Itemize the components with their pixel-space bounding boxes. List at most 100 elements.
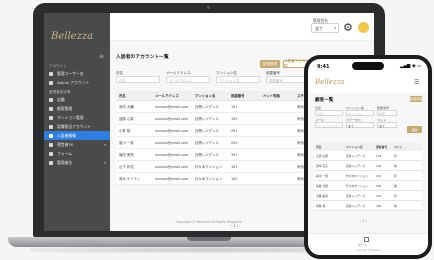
filter-input-email[interactable]: メールアドレス — [166, 76, 210, 83]
sidebar-item-label: Admin アカウント — [57, 79, 90, 85]
top-bar: 管理会社 全て ▾ ⚙ — [110, 13, 374, 41]
new-register-button[interactable]: 新規登録 — [260, 60, 280, 68]
sidebar-item-admin-user[interactable]: 管理ユーザー名 — [44, 69, 110, 78]
column-header[interactable]: 部屋番号 — [374, 145, 392, 149]
page-title: 入居者のアカウント一覧 — [116, 55, 169, 60]
sidebar-item-label: 店舗 — [57, 96, 65, 102]
column-header[interactable]: マンション名 — [344, 145, 374, 149]
chat-icon — [49, 160, 53, 165]
column-header[interactable]: ペット — [392, 145, 408, 149]
table-cell: 高橋 美香 — [316, 193, 329, 198]
sidebar-item-operator[interactable]: 運営者TK ▾ — [44, 140, 110, 149]
sidebar-item-customers[interactable]: 顧客管理 — [44, 104, 110, 113]
sidebar-item-store[interactable]: 店舗 — [44, 95, 110, 104]
table-cell: 目黒レジデンス — [195, 153, 219, 157]
table-cell: 302 — [376, 203, 382, 208]
sidebar-item-label: フォーム — [57, 150, 73, 156]
table-cell: xxxxxx@gmail.com — [155, 164, 189, 169]
filter-select-status[interactable]: 全て — [346, 122, 374, 128]
table-cell: xxxxxx@gmail.com — [155, 152, 189, 157]
status-bar: 9:41 ▂▄▆ ◉ ▭ — [308, 59, 428, 73]
table-row[interactable]: 田中 花子 目黒レジデンス 102 無 — [314, 161, 422, 171]
brand-logo[interactable]: Bellezza — [315, 78, 344, 86]
status-time: 9:41 — [317, 64, 330, 70]
filter-input-room[interactable]: 部屋 — [377, 110, 397, 116]
filter-input-mansion[interactable]: マンション名 — [216, 76, 260, 83]
sidebar-item-equipment[interactable]: 設備割当アカウント — [44, 122, 110, 131]
phone-frame: 9:41 ▂▄▆ ◉ ▭ Bellezza ☰ 顧客一覧 新規登録 氏名 氏名 … — [304, 55, 432, 259]
table-cell: 102 — [231, 176, 238, 181]
table-cell: 代々木マンション — [195, 177, 223, 181]
filter-input-mansion[interactable]: マンション — [346, 110, 374, 116]
table-cell: 有 — [394, 193, 397, 198]
sidebar-item-form[interactable]: フォーム — [44, 149, 110, 158]
table-cell: 小林 翔 — [119, 129, 131, 133]
table-cell: 目黒レジデンス — [346, 193, 366, 198]
sidebar-item-label: 運営者TK — [57, 141, 74, 147]
document-icon — [49, 142, 53, 147]
table-cell: 有 — [394, 153, 397, 158]
table-cell: 佐藤 次郎 — [316, 183, 329, 188]
column-header[interactable]: マンション名 — [192, 93, 228, 98]
sidebar-item-admin-account[interactable]: Admin アカウント — [44, 78, 110, 87]
people-icon — [49, 133, 53, 138]
filter-input-email[interactable]: メールアドレス — [315, 122, 343, 128]
column-header[interactable]: ペット有無 — [260, 93, 294, 98]
column-header[interactable]: 部屋番号 — [228, 93, 260, 98]
device-mockup-scene: Bellezza ≡ アカウント 管理ユーザー名 Admin アカウント 管理者… — [0, 0, 434, 260]
table-cell: 鈴木 一郎 — [316, 173, 329, 178]
table-cell: xxxxxx@gmail.com — [155, 140, 189, 145]
sidebar-item-manager[interactable]: 管理者名 ▾ — [44, 158, 110, 167]
column-header[interactable]: 氏名 — [314, 145, 344, 149]
search-button[interactable]: 検索 — [407, 126, 422, 133]
sidebar-item-label: 設備割当アカウント — [57, 123, 92, 129]
table-cell: 202 — [231, 140, 238, 145]
column-header[interactable]: 氏名 — [116, 93, 152, 98]
sidebar-item-label: 顧客管理 — [57, 105, 73, 111]
company-filter-select[interactable]: 全て ▾ — [311, 23, 339, 33]
sidebar-item-mansion[interactable]: マンション管理 — [44, 113, 110, 122]
filter-select-pet[interactable]: 全て — [377, 122, 397, 128]
table-cell: 102 — [231, 116, 238, 121]
table-cell: 深作 大輔 — [119, 105, 134, 109]
table-cell: 201 — [231, 128, 238, 133]
table-cell: 山田 太郎 — [316, 153, 329, 158]
table-cell: 伊藤 健 — [316, 203, 326, 208]
table-row[interactable]: 山田 太郎 目黒レジデンス 101 有 — [314, 151, 422, 161]
table-cell: 101 — [231, 164, 238, 169]
sidebar-group-label: アカウント — [49, 64, 67, 68]
home-icon[interactable] — [364, 237, 369, 242]
table-row[interactable]: 伊藤 健 目黒レジデンス 302 無 — [314, 201, 422, 211]
table-cell: xxxxxx@gmail.com — [155, 104, 189, 109]
table-cell: 清水 ケイティ — [119, 177, 141, 181]
sidebar-group-label: 管理者設定等 — [49, 90, 71, 94]
new-register-button[interactable]: 新規登録 — [410, 96, 422, 102]
table-cell: 目黒レジデンス — [346, 153, 366, 158]
avatar[interactable] — [358, 22, 369, 33]
mobile-content: 顧客一覧 新規登録 氏名 氏名 マンション名 マンション 部屋番号 部屋 メール… — [308, 93, 428, 233]
form-icon — [49, 151, 53, 156]
table-row[interactable]: 鈴木 一郎 代々木マンション 201 有 — [314, 171, 422, 181]
table-cell: 目黒レジデンス — [195, 141, 219, 145]
table-cell: 無 — [394, 203, 397, 208]
table-header: 氏名 マンション名 部屋番号 ペット — [314, 143, 422, 151]
column-header[interactable]: メールアドレス — [152, 93, 192, 98]
sidebar-item-label: 管理ユーザー名 — [57, 70, 84, 76]
home-label[interactable]: ホーム — [358, 243, 367, 247]
brand-logo[interactable]: Bellezza — [51, 31, 93, 42]
sidebar-item-label: 入居者情報 — [57, 132, 76, 138]
collapse-sidebar-icon[interactable]: ≡ — [99, 53, 104, 60]
table-cell: 102 — [376, 163, 382, 168]
pagination[interactable]: ‹ 1 › — [360, 219, 367, 223]
gear-icon[interactable]: ⚙ — [343, 22, 353, 33]
table-row[interactable]: 佐藤 次郎 代々木マンション 202 無 — [314, 181, 422, 191]
laptop-notch — [187, 237, 231, 241]
table-row[interactable]: 高橋 美香 目黒レジデンス 301 有 — [314, 191, 422, 201]
filter-input-name[interactable]: 氏名 — [315, 110, 343, 116]
table-cell: 遠藤 心菜 — [119, 117, 134, 121]
menu-icon[interactable]: ☰ — [414, 79, 419, 86]
filter-input-name[interactable]: 氏名 — [116, 76, 160, 83]
sidebar-item-residents[interactable]: 入居者情報 — [44, 131, 110, 140]
table-cell: 無 — [394, 163, 397, 168]
table-cell: 101 — [231, 104, 238, 109]
